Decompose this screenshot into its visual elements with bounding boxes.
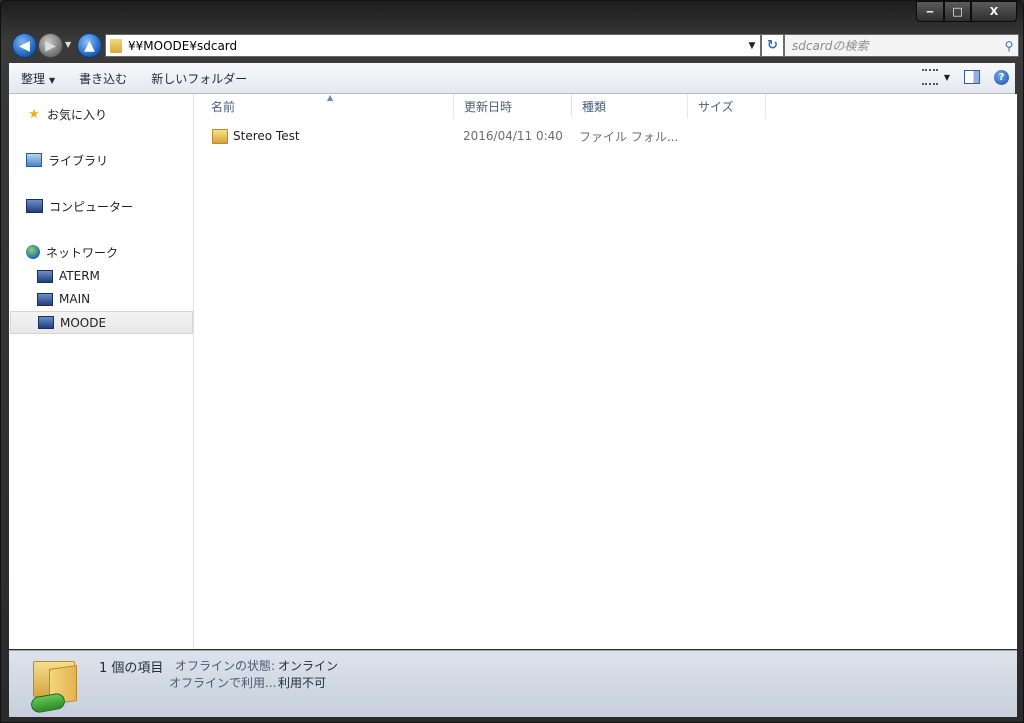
up-arrow-icon[interactable]: ▲ — [77, 33, 102, 58]
sidebar-item-label: ライブラリ — [48, 153, 109, 168]
column-header: ▲ 名前 更新日時 種類 サイズ — [194, 93, 1017, 118]
back-arrow-icon[interactable]: ◀ — [12, 33, 37, 58]
caption-buttons: ‒ □ X — [916, 1, 1017, 22]
view-controls: ▼ ? — [921, 69, 1009, 85]
folder-icon — [212, 128, 228, 144]
computer-icon — [26, 199, 43, 213]
column-size[interactable]: サイズ — [688, 94, 766, 118]
column-date[interactable]: 更新日時 — [454, 94, 572, 118]
offline-availability-label: オフラインで利用... — [169, 676, 277, 690]
library-icon — [26, 153, 42, 167]
sidebar-item-aterm[interactable]: ATERM — [37, 265, 219, 287]
network-computer-icon — [37, 292, 53, 306]
change-view-button[interactable]: ▼ — [921, 69, 950, 85]
column-type[interactable]: 種類 — [572, 94, 688, 118]
details-view-icon — [921, 69, 938, 85]
search-input[interactable]: sdcardの検索 ⚲ — [784, 34, 1019, 57]
details-pane: 1 個の項目 オフラインの状態: オンライン オフラインで利用... 利用不可 — [9, 650, 1017, 717]
network-globe-icon — [26, 245, 40, 259]
network-folder-icon — [110, 38, 122, 53]
command-bar: 整理 ▼ 書き込む 新しいフォルダー ▼ ? — [9, 63, 1015, 94]
sidebar-item-label: コンピューター — [49, 199, 134, 214]
sidebar-item-moode[interactable]: MOODE — [10, 311, 193, 334]
refresh-icon[interactable]: ↻ — [761, 34, 784, 57]
column-name[interactable]: 名前 — [194, 94, 454, 118]
minimize-button[interactable]: ‒ — [916, 1, 944, 22]
chevron-down-icon: ▼ — [49, 75, 56, 85]
sidebar-item-computer[interactable]: コンピューター — [26, 195, 208, 217]
offline-state-label: オフラインの状態: — [175, 659, 276, 673]
offline-state-value: オンライン — [278, 659, 339, 673]
sidebar-item-libraries[interactable]: ライブラリ — [26, 149, 208, 171]
sidebar-item-label: ATERM — [59, 269, 100, 283]
file-date: 2016/04/11 0:40 — [463, 129, 563, 143]
close-button[interactable]: X — [971, 1, 1017, 22]
star-icon: ★ — [28, 106, 40, 122]
network-computer-icon — [38, 316, 54, 329]
large-folder-icon — [29, 659, 77, 714]
recent-pages-dropdown-icon[interactable]: ▼ — [65, 40, 71, 49]
sidebar-item-network[interactable]: ネットワーク — [26, 241, 208, 263]
address-path[interactable]: ¥¥MOODE¥sdcard — [128, 39, 744, 53]
sidebar-item-label: MOODE — [60, 315, 107, 330]
address-row: ◀ ▶ ▼ ▲ ¥¥MOODE¥sdcard ▼ ↻ sdcardの検索 ⚲ — [9, 31, 1019, 59]
search-placeholder[interactable]: sdcardの検索 — [785, 37, 1000, 54]
chevron-down-icon[interactable]: ▼ — [744, 41, 760, 51]
sidebar-item-main[interactable]: MAIN — [37, 288, 219, 310]
network-computer-icon — [37, 269, 53, 283]
file-type: ファイル フォル... — [579, 129, 679, 144]
maximize-button[interactable]: □ — [944, 1, 971, 22]
new-folder-button[interactable]: 新しいフォルダー — [139, 70, 259, 87]
file-list: ▲ 名前 更新日時 種類 サイズ Stereo Test 2016/04/11 … — [194, 93, 1017, 649]
navigation-pane: ★ お気に入り ライブラリ コンピューター ネットワーク ATERM MAIN … — [9, 94, 194, 649]
sidebar-item-label: ネットワーク — [46, 245, 119, 260]
search-icon[interactable]: ⚲ — [1000, 39, 1018, 53]
sidebar-item-favorites[interactable]: ★ お気に入り — [26, 103, 208, 125]
burn-button[interactable]: 書き込む — [67, 70, 139, 87]
forward-arrow-icon[interactable]: ▶ — [38, 33, 63, 58]
chevron-down-icon: ▼ — [943, 72, 950, 82]
organize-label: 整理 — [21, 71, 46, 86]
offline-availability-value: 利用不可 — [278, 676, 327, 690]
table-row[interactable]: Stereo Test 2016/04/11 0:40 ファイル フォル... — [194, 125, 1017, 147]
address-bar[interactable]: ¥¥MOODE¥sdcard ▼ — [105, 34, 761, 57]
file-name: Stereo Test — [233, 129, 300, 143]
organize-button[interactable]: 整理 ▼ — [9, 70, 67, 87]
item-count: 1 個の項目 — [99, 661, 164, 676]
file-name-cell: Stereo Test — [212, 125, 452, 147]
preview-pane-icon[interactable] — [964, 70, 980, 84]
explorer-window: ‒ □ X ◀ ▶ ▼ ▲ ¥¥MOODE¥sdcard ▼ ↻ sdcardの… — [0, 0, 1024, 723]
help-icon[interactable]: ? — [994, 69, 1009, 85]
file-size — [694, 125, 764, 147]
sidebar-item-label: MAIN — [59, 292, 91, 306]
sidebar-item-label: お気に入り — [47, 107, 108, 122]
